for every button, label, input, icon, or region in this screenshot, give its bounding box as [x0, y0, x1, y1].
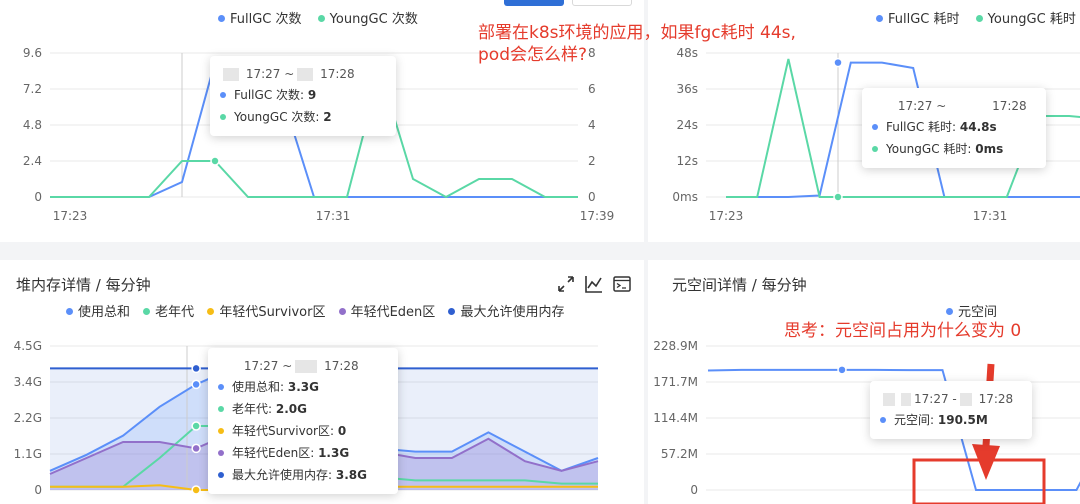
- redacted-date: [959, 393, 972, 406]
- tooltip-row: 年轻代Survivor区: 0: [218, 420, 388, 442]
- data-point-younggc-count[interactable]: [210, 156, 220, 166]
- tooltip-row: YoungGC 次数: 2: [220, 106, 386, 128]
- data-point-eden[interactable]: [191, 443, 201, 454]
- redacted-date: [883, 393, 895, 406]
- data-point-fullgc-time[interactable]: [833, 57, 843, 68]
- tooltip-time-start: 17:27 ~: [245, 67, 295, 81]
- annotation-fgc-question: 部署在k8s环境的应用，如果fgc耗时 44s, pod会怎么样?: [478, 23, 796, 65]
- annotation-metaspace-question: 思考：元空间占用为什么变为 0: [784, 321, 1022, 341]
- tooltip-row: YoungGC 耗时: 0ms: [872, 138, 1036, 160]
- redacted-date: [901, 393, 911, 406]
- y-tick-label: 171.7M: [653, 375, 698, 389]
- tooltip-row: 老年代: 2.0G: [218, 398, 388, 420]
- redacted-date: [223, 68, 239, 81]
- highlight-box: [912, 458, 1046, 504]
- y-tick-label: 36s: [676, 82, 698, 96]
- heap-tooltip: 17:27 ~ 17:28 使用总和: 3.3G 老年代: 2.0G 年轻代Su…: [208, 348, 398, 494]
- gc-time-tooltip: 17:27 ~ 17:28 FullGC 耗时: 44.8s YoungGC 耗…: [862, 88, 1046, 168]
- y-tick-label: 4.5G: [14, 339, 42, 353]
- y-right-tick-label: 2: [588, 154, 596, 168]
- y-tick-label: 2.2G: [14, 411, 42, 425]
- y-right-tick-label: 6: [588, 82, 596, 96]
- y-tick-label: 24s: [676, 118, 698, 132]
- y-tick-label: 228.9M: [653, 339, 698, 353]
- tooltip-row: FullGC 次数: 9: [220, 84, 386, 106]
- annotation-arrowhead: [972, 444, 1000, 480]
- redacted-date: [221, 360, 237, 373]
- y-tick-label: 0: [34, 190, 42, 204]
- y-tick-label: 4.8: [23, 118, 42, 132]
- redacted-date: [295, 360, 318, 373]
- redacted-date: [875, 100, 891, 113]
- tooltip-row: 元空间: 190.5M: [880, 409, 1022, 431]
- redacted-date: [949, 100, 986, 113]
- tooltip-row: FullGC 耗时: 44.8s: [872, 116, 1036, 138]
- y-tick-label: 2.4: [23, 154, 42, 168]
- data-point-total[interactable]: [191, 379, 201, 390]
- x-tick-label: 17:23: [709, 209, 744, 223]
- tooltip-row: 最大允许使用内存: 3.8G: [218, 464, 388, 486]
- y-tick-label: 1.1G: [14, 447, 42, 461]
- metaspace-tooltip: 17:27 - 17:28 元空间: 190.5M: [870, 381, 1032, 439]
- tooltip-row: 年轻代Eden区: 1.3G: [218, 442, 388, 464]
- x-tick-label: 17:23: [53, 209, 88, 223]
- data-point-old-gen[interactable]: [191, 421, 201, 431]
- tooltip-row: 使用总和: 3.3G: [218, 376, 388, 398]
- data-point-metaspace[interactable]: [837, 365, 847, 375]
- x-tick-label: 17:31: [316, 209, 351, 223]
- gc-count-tooltip: 17:27 ~ 17:28 FullGC 次数: 9 YoungGC 次数: 2: [210, 56, 396, 136]
- y-tick-label: 0: [34, 483, 42, 497]
- y-tick-label: 114.4M: [653, 411, 698, 425]
- data-point-younggc-time[interactable]: [833, 192, 843, 202]
- y-tick-label: 0: [690, 483, 698, 497]
- heap-panel: 堆内存详情 / 每分钟 使用总和 老年代 年轻代Survivor区 年轻代Ede…: [0, 260, 644, 504]
- redacted-date: [297, 68, 314, 81]
- y-right-tick-label: 4: [588, 118, 596, 132]
- y-tick-label: 7.2: [23, 82, 42, 96]
- data-point-max-memory[interactable]: [191, 363, 201, 374]
- y-tick-label: 12s: [676, 154, 698, 168]
- x-tick-label: 17:39: [580, 209, 615, 223]
- y-tick-label: 9.6: [23, 46, 42, 60]
- metaspace-panel: 元空间详情 / 每分钟 元空间 228.9M 171.7M 114.4M 57.…: [648, 260, 1080, 504]
- tooltip-time-end: 17:28: [320, 67, 355, 81]
- y-tick-label: 0ms: [672, 190, 698, 204]
- y-right-tick-label: 0: [588, 190, 596, 204]
- y-tick-label: 3.4G: [14, 375, 42, 389]
- data-point-survivor[interactable]: [191, 485, 201, 495]
- y-tick-label: 57.2M: [661, 447, 698, 461]
- x-tick-label: 17:31: [973, 209, 1008, 223]
